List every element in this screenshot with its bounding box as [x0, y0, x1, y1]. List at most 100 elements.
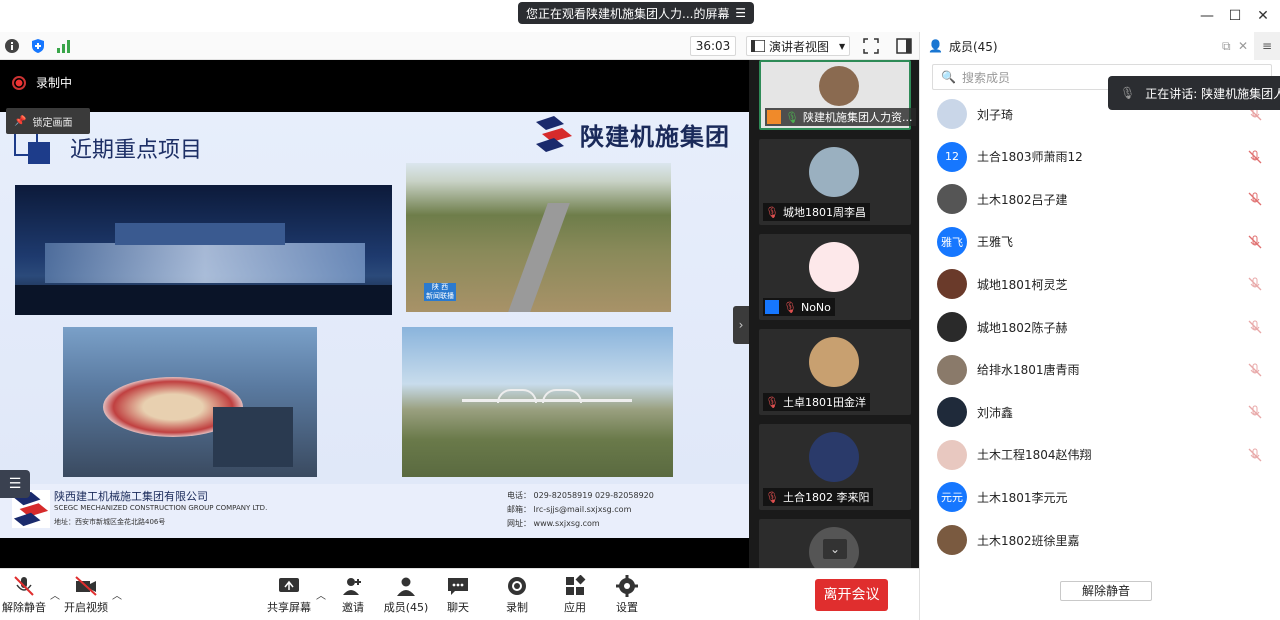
shared-screen-stage[interactable]: 录制中 📌 锁定画面 近期重点项目 陕建机施集团 陕 西新闻联播 陕西建工机械施… [0, 60, 749, 568]
company-name-cn: 陕西建工机械施工集团有限公司 [54, 490, 208, 503]
share-screen-button[interactable]: 共享屏幕 [259, 575, 319, 615]
minimize-button[interactable]: — [1198, 7, 1216, 25]
mic-muted-icon[interactable] [1248, 277, 1262, 291]
start-video-button[interactable]: 开启视频 [56, 575, 116, 615]
signal-icon[interactable] [56, 38, 72, 54]
fullscreen-icon[interactable] [863, 38, 879, 54]
settings-button[interactable]: 设置 [597, 575, 657, 615]
brand-name: 陕建机施集团 [580, 122, 730, 151]
info-icon[interactable] [4, 38, 20, 54]
member-row[interactable]: 刘沛鑫 [920, 392, 1280, 432]
maximize-button[interactable]: ☐ [1226, 7, 1244, 25]
avatar [809, 337, 859, 387]
video-tile[interactable]: 🎙 NoNo [759, 234, 911, 320]
pin-icon: 📌 [14, 115, 27, 127]
video-tile[interactable]: 🎙 土卓1801田金洋 [759, 329, 911, 415]
chat-label: 聊天 [447, 601, 469, 614]
shield-icon[interactable] [30, 38, 46, 54]
mic-muted-icon [14, 576, 34, 596]
tile-name: NoNo [800, 300, 831, 314]
avatar [937, 439, 967, 470]
chevron-down-icon[interactable]: ⌄ [823, 539, 847, 559]
member-name: 土木工程1804赵伟翔 [977, 448, 1092, 463]
member-row[interactable]: 元元 土木1801李元元 [920, 477, 1280, 517]
sidebar-toggle-icon[interactable] [896, 38, 912, 54]
unmute-label: 解除静音 [2, 601, 46, 614]
mic-muted-icon[interactable] [1248, 363, 1262, 377]
popout-icon[interactable]: ⧉ [1222, 39, 1231, 54]
company-logo-icon [536, 116, 572, 152]
record-button[interactable]: 录制 [487, 575, 547, 615]
meeting-toolbar: 36:03 演讲者视图 ▼ [0, 32, 919, 60]
unmute-button[interactable]: 解除静音 [0, 575, 54, 615]
avatar [937, 312, 967, 342]
chat-button[interactable]: 聊天 [428, 575, 488, 615]
member-name: 王雅飞 [977, 235, 1014, 250]
mic-muted-icon[interactable] [1248, 192, 1262, 206]
chevron-up-icon[interactable]: ︿ [112, 587, 122, 602]
more-menu-icon[interactable]: ≡ [1254, 32, 1280, 60]
invite-button[interactable]: 邀请 [323, 575, 383, 615]
screen-share-banner[interactable]: 您正在观看陕建机施集团人力...的屏幕 ☰ [518, 2, 754, 24]
member-row[interactable]: 土木1802班徐里嘉 [920, 520, 1280, 560]
unmute-all-button[interactable]: 解除静音 [1060, 581, 1152, 601]
menu-icon[interactable]: ☰ [735, 6, 746, 20]
title-decoration-fill [28, 142, 50, 164]
video-gallery: 🎙 陕建机施集团人力资... 🎙 城地1801周李昌 🎙 NoNo 🎙 土卓18… [749, 60, 919, 568]
slide-footer: 陕西建工机械施工集团有限公司 SCEGC MECHANIZED CONSTRUC… [0, 484, 749, 538]
avatar [937, 525, 967, 555]
mic-muted-icon[interactable] [1248, 448, 1262, 462]
members-icon [397, 577, 415, 596]
apps-button[interactable]: 应用 [545, 575, 605, 615]
record-icon [508, 577, 526, 595]
mic-muted-icon[interactable] [1248, 320, 1262, 334]
mic-muted-icon[interactable] [1248, 235, 1262, 249]
host-icon [767, 110, 781, 124]
mic-muted-icon[interactable] [1248, 150, 1262, 164]
panel-title: 成员(45) [948, 39, 998, 54]
pin-view-button[interactable]: 📌 锁定画面 [6, 108, 90, 134]
member-row[interactable]: 给排水1801唐青雨 [920, 350, 1280, 390]
video-tile[interactable]: 🎙 土合1802 李来阳 [759, 424, 911, 510]
avatar [937, 354, 967, 385]
leave-meeting-button[interactable]: 离开会议 [815, 579, 888, 611]
add-user-icon [343, 578, 361, 595]
member-name: 城地1801柯灵芝 [977, 277, 1068, 292]
record-label: 录制 [506, 601, 528, 614]
member-row[interactable]: 雅飞 王雅飞 [920, 222, 1280, 262]
start-video-label: 开启视频 [64, 601, 108, 614]
view-mode-label: 演讲者视图 [769, 39, 830, 54]
member-row[interactable]: 城地1802陈子赫 [920, 307, 1280, 347]
view-mode-select[interactable]: 演讲者视图 ▼ [746, 36, 850, 56]
member-row[interactable]: 城地1801柯灵芝 [920, 264, 1280, 304]
close-button[interactable]: ✕ [1254, 7, 1272, 25]
list-toggle-button[interactable]: ☰ [0, 470, 30, 498]
video-tile[interactable]: ⌄ [759, 519, 911, 568]
invite-label: 邀请 [342, 601, 364, 614]
close-panel-icon[interactable]: ✕ [1238, 39, 1248, 53]
video-tile[interactable]: 🎙 陕建机施集团人力资... [759, 60, 917, 130]
photo-railway-station [15, 185, 392, 315]
avatar: 雅飞 [937, 226, 967, 257]
user-icon [765, 300, 779, 314]
members-button[interactable]: 成员(45) [376, 575, 436, 615]
search-icon: 🔍 [941, 70, 956, 84]
company-name-en: SCEGC MECHANIZED CONSTRUCTION GROUP COMP… [54, 504, 268, 512]
member-row[interactable]: 土木1802吕子建 [920, 179, 1280, 219]
member-row[interactable]: 12 土合1803师萧雨12 [920, 137, 1280, 177]
collapse-gallery-button[interactable]: › [733, 306, 749, 344]
member-name: 土木1802班徐里嘉 [977, 533, 1080, 548]
avatar [809, 242, 859, 292]
layout-icon [751, 40, 765, 52]
video-tile[interactable]: 🎙 城地1801周李昌 [759, 139, 911, 225]
member-name: 土木1801李元元 [977, 490, 1068, 505]
member-panel: 👤 成员(45) ⧉ ✕ ≡ 🔍 搜索成员 刘子琦 12 土合1803师萧雨12 土木… [919, 32, 1280, 620]
mic-muted-icon[interactable] [1248, 405, 1262, 419]
chevron-down-icon: ▼ [839, 41, 846, 51]
title-bar: 您正在观看陕建机施集团人力...的屏幕 ☰ — ☐ ✕ [0, 0, 1280, 32]
member-name: 土合1803师萧雨12 [977, 150, 1083, 165]
mic-muted-icon: 🎙 [765, 205, 779, 219]
avatar [937, 99, 967, 129]
camera-off-icon [75, 576, 97, 596]
member-row[interactable]: 土木工程1804赵伟翔 [920, 435, 1280, 475]
